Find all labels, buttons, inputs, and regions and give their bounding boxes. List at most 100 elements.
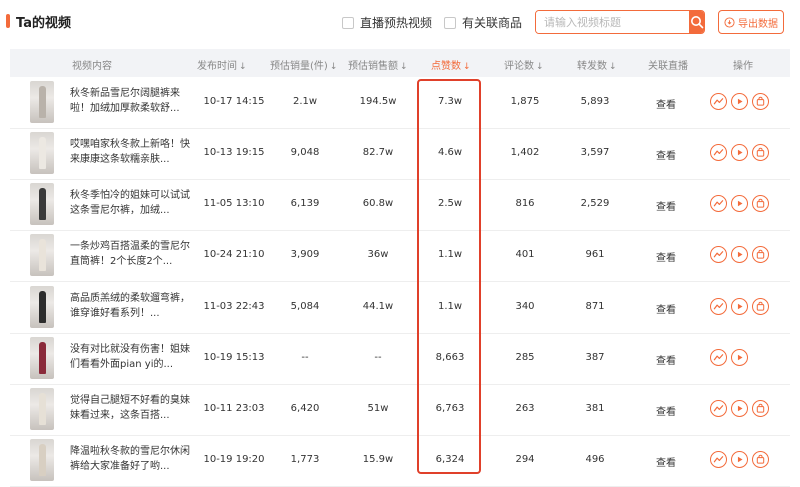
video-title[interactable]: 觉得自己腿短不好看的臭妹妹看过来，这条百搭... xyxy=(70,393,198,425)
checkbox-label: 直播预热视频 xyxy=(360,16,433,30)
video-thumbnail[interactable] xyxy=(30,183,54,225)
export-button[interactable]: 导出数据 xyxy=(718,10,784,34)
comments-count: 294 xyxy=(515,454,535,465)
video-thumbnail[interactable] xyxy=(30,439,54,481)
video-thumbnail[interactable] xyxy=(30,132,54,174)
play-icon xyxy=(737,303,743,310)
col-likes[interactable]: 点赞数 ↓ xyxy=(431,57,471,72)
view-live-link[interactable]: 查看 xyxy=(646,352,686,367)
video-title[interactable]: 没有对比就没有伤害！姐妹们看看外面pian yi的... xyxy=(70,342,198,374)
comments-count: 1,875 xyxy=(510,96,540,107)
video-title[interactable]: 一条炒鸡百搭温柔的雪尼尔直筒裤！2个长度2个... xyxy=(70,239,198,271)
play-icon xyxy=(737,200,743,207)
view-live-link[interactable]: 查看 xyxy=(646,454,686,469)
video-thumbnail[interactable] xyxy=(30,234,54,276)
play-button[interactable] xyxy=(731,246,748,263)
col-est-sales-amount[interactable]: 预估销售额 ↓ xyxy=(348,57,408,72)
video-thumbnail[interactable] xyxy=(30,337,54,379)
product-button[interactable] xyxy=(752,246,769,263)
play-button[interactable] xyxy=(731,400,748,417)
search-input[interactable] xyxy=(536,11,689,33)
product-button[interactable] xyxy=(752,298,769,315)
view-live-link[interactable]: 查看 xyxy=(646,198,686,213)
trend-button[interactable] xyxy=(710,298,727,315)
col-est-sales-qty[interactable]: 预估销量(件) ↓ xyxy=(270,57,337,72)
video-title[interactable]: 降温啦秋冬款的雪尼尔休闲裤给大家准备好了哟... xyxy=(70,444,198,476)
play-button[interactable] xyxy=(731,298,748,315)
comments-count: 285 xyxy=(515,352,535,363)
play-button[interactable] xyxy=(731,144,748,161)
view-live-link[interactable]: 查看 xyxy=(646,403,686,418)
play-icon xyxy=(737,251,743,258)
est-sales-amount: 60.8w xyxy=(362,198,394,209)
view-live-link[interactable]: 查看 xyxy=(646,147,686,162)
title-accent-bar xyxy=(6,14,10,28)
col-content: 视频内容 xyxy=(72,61,112,72)
video-title[interactable]: 秋冬季怕冷的姐妹可以试试这条雪尼尔裤，加绒... xyxy=(70,188,198,220)
est-sales-qty: 6,139 xyxy=(290,198,320,209)
video-title[interactable]: 哎嘿咱家秋冬款上新咯！快来康康这条软糯亲肤... xyxy=(70,137,198,169)
product-button[interactable] xyxy=(752,195,769,212)
product-button[interactable] xyxy=(752,93,769,110)
thumbnail-figure xyxy=(39,444,46,476)
linked-product-checkbox[interactable]: 有关联商品 xyxy=(444,14,522,31)
table-row[interactable]: 秋冬新品雪尼尔阔腿裤来啦！加绒加厚款柔软舒... 10-17 14:15 2.1w 1… xyxy=(10,77,790,129)
checkbox-box[interactable] xyxy=(342,16,354,29)
trend-icon xyxy=(713,149,724,156)
col-label: 发布时间 xyxy=(197,61,237,72)
shopping-bag-icon xyxy=(756,147,765,157)
est-sales-amount: 82.7w xyxy=(362,147,394,158)
col-comments[interactable]: 评论数 ↓ xyxy=(504,57,544,72)
trend-button[interactable] xyxy=(710,93,727,110)
est-sales-qty: 9,048 xyxy=(290,147,320,158)
est-sales-amount: 51w xyxy=(367,403,389,414)
play-button[interactable] xyxy=(731,195,748,212)
checkbox-label: 有关联商品 xyxy=(462,16,523,30)
trend-button[interactable] xyxy=(710,400,727,417)
video-thumbnail[interactable] xyxy=(30,286,54,328)
table-row[interactable]: 觉得自己腿短不好看的臭妹妹看过来，这条百搭... 10-11 23:03 6,420… xyxy=(10,384,790,436)
table-row[interactable]: 高品质羔绒的柔软遛弯裤，谁穿谁好看系列！... 11-03 22:43 5,084 4… xyxy=(10,282,790,334)
thumbnail-figure xyxy=(39,239,46,271)
table-row[interactable]: 秋冬季怕冷的姐妹可以试试这条雪尼尔裤，加绒... 11-05 13:10 6,139… xyxy=(10,179,790,231)
search-icon xyxy=(690,16,703,29)
trend-button[interactable] xyxy=(710,144,727,161)
trend-button[interactable] xyxy=(710,451,727,468)
video-title[interactable]: 高品质羔绒的柔软遛弯裤，谁穿谁好看系列！... xyxy=(70,291,198,323)
table-row[interactable]: 没有对比就没有伤害！姐妹们看看外面pian yi的... 10-19 15:13 -… xyxy=(10,333,790,385)
trend-icon xyxy=(713,354,724,361)
trend-icon xyxy=(713,303,724,310)
row-actions xyxy=(710,144,769,161)
video-thumbnail[interactable] xyxy=(30,388,54,430)
view-live-link[interactable]: 查看 xyxy=(646,249,686,264)
table-row[interactable]: 哎嘿咱家秋冬款上新咯！快来康康这条软糯亲肤... 10-13 19:15 9,048… xyxy=(10,128,790,180)
product-button[interactable] xyxy=(752,144,769,161)
video-title[interactable]: 秋冬新品雪尼尔阔腿裤来啦！加绒加厚款柔软舒... xyxy=(70,86,198,118)
live-preheat-checkbox[interactable]: 直播预热视频 xyxy=(342,14,432,31)
col-shares[interactable]: 转发数 ↓ xyxy=(577,57,617,72)
play-button[interactable] xyxy=(731,93,748,110)
table-row[interactable]: 降温啦秋冬款的雪尼尔休闲裤给大家准备好了哟... 10-19 19:20 1,773… xyxy=(10,435,790,487)
trend-button[interactable] xyxy=(710,349,727,366)
search-box xyxy=(535,10,705,34)
search-button[interactable] xyxy=(689,11,704,33)
likes-highlight-box xyxy=(417,79,481,474)
row-actions xyxy=(710,451,769,468)
checkbox-box[interactable] xyxy=(444,16,456,29)
video-thumbnail[interactable] xyxy=(30,81,54,123)
play-icon xyxy=(737,354,743,361)
play-button[interactable] xyxy=(731,451,748,468)
view-live-link[interactable]: 查看 xyxy=(646,301,686,316)
trend-button[interactable] xyxy=(710,195,727,212)
product-button[interactable] xyxy=(752,400,769,417)
thumbnail-figure xyxy=(39,291,46,323)
comments-count: 401 xyxy=(515,249,535,260)
trend-button[interactable] xyxy=(710,246,727,263)
table-row[interactable]: 一条炒鸡百搭温柔的雪尼尔直筒裤！2个长度2个... 10-24 21:10 3,90… xyxy=(10,230,790,282)
play-button[interactable] xyxy=(731,349,748,366)
col-publish-time[interactable]: 发布时间 ↓ xyxy=(197,57,247,72)
row-actions xyxy=(710,93,769,110)
product-button[interactable] xyxy=(752,451,769,468)
thumbnail-figure xyxy=(39,393,46,425)
view-live-link[interactable]: 查看 xyxy=(646,96,686,111)
